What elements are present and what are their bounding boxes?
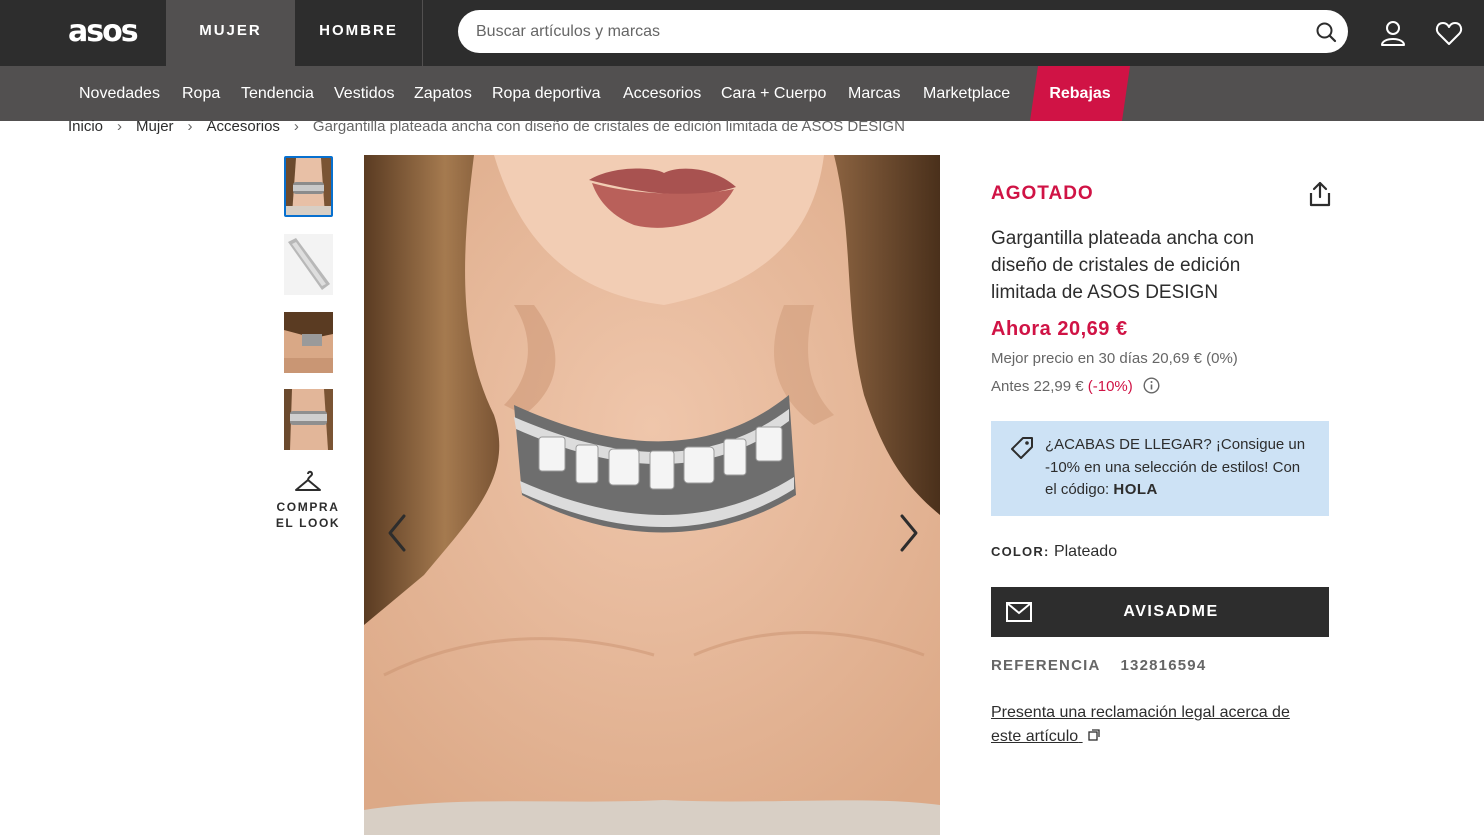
nav-item-rebajas[interactable]: Rebajas xyxy=(1030,66,1130,121)
notify-me-label: AVISADME xyxy=(1123,603,1219,620)
legal-claim-link[interactable]: Presenta una reclamación legal acerca de… xyxy=(991,701,1321,749)
thumbnail-2[interactable] xyxy=(284,234,333,295)
nav-item-cara-cuerpo[interactable]: Cara + Cuerpo xyxy=(721,66,826,121)
nav-item-ropa[interactable]: Ropa xyxy=(182,66,220,121)
breadcrumb-accesorios[interactable]: Accesorios xyxy=(207,118,280,135)
tab-hombre[interactable]: HOMBRE xyxy=(295,0,423,66)
shop-the-look-button[interactable]: COMPRA EL LOOK xyxy=(272,470,344,531)
top-header: asos MUJER HOMBRE xyxy=(0,0,1484,66)
reference-label: REFERENCIA xyxy=(991,657,1101,674)
share-icon[interactable] xyxy=(1306,180,1334,208)
nav-item-novedades[interactable]: Novedades xyxy=(79,66,160,121)
price-tag-icon xyxy=(1011,437,1033,459)
best-price-30-days: Mejor precio en 30 días 20,69 € (0%) xyxy=(991,350,1238,367)
breadcrumb-separator: › xyxy=(293,118,299,135)
discount-percent: (-10%) xyxy=(1087,378,1133,395)
previous-price-value: Antes 22,99 € xyxy=(991,378,1084,395)
info-icon[interactable] xyxy=(1143,377,1160,394)
breadcrumb-separator: › xyxy=(117,118,123,135)
wishlist-heart-icon[interactable] xyxy=(1434,18,1464,48)
notify-me-button[interactable]: AVISADME xyxy=(991,587,1329,637)
color-label: COLOR: xyxy=(991,544,1050,559)
legal-claim-text: Presenta una reclamación legal acerca de… xyxy=(991,704,1290,745)
hanger-icon xyxy=(295,470,321,491)
promo-code: HOLA xyxy=(1113,481,1158,498)
asos-logo[interactable]: asos xyxy=(68,14,139,50)
nav-item-zapatos[interactable]: Zapatos xyxy=(414,66,472,121)
product-reference: REFERENCIA 132816594 xyxy=(991,657,1206,674)
product-main-image[interactable] xyxy=(364,155,940,835)
sale-tab-label: Rebajas xyxy=(1049,85,1111,102)
promo-text: ¿ACABAS DE LLEGAR? ¡Consigue un -10% en … xyxy=(1045,434,1315,502)
search-input[interactable] xyxy=(476,10,1296,53)
nav-item-marcas[interactable]: Marcas xyxy=(848,66,900,121)
external-link-icon xyxy=(1087,725,1100,741)
next-image-arrow-icon[interactable] xyxy=(894,512,924,554)
breadcrumb-current: Gargantilla plateada ancha con diseño de… xyxy=(312,118,905,135)
promo-banner: ¿ACABAS DE LLEGAR? ¡Consigue un -10% en … xyxy=(991,421,1329,516)
account-icon[interactable] xyxy=(1378,18,1408,48)
promo-message: ¿ACABAS DE LLEGAR? ¡Consigue un -10% en … xyxy=(1045,436,1306,498)
thumbnail-3[interactable] xyxy=(284,312,333,373)
category-nav: Novedades Ropa Tendencia Vestidos Zapato… xyxy=(0,66,1484,121)
breadcrumb-inicio[interactable]: Inicio xyxy=(68,118,103,135)
previous-price: Antes 22,99 € (-10%) xyxy=(991,377,1160,395)
nav-item-accesorios[interactable]: Accesorios xyxy=(623,66,701,121)
stock-status: AGOTADO xyxy=(991,183,1094,204)
nav-item-tendencia[interactable]: Tendencia xyxy=(241,66,314,121)
current-price: Ahora 20,69 € xyxy=(991,318,1128,340)
breadcrumb: Inicio › Mujer › Accesorios › Gargantilla plat… xyxy=(68,118,905,138)
nav-item-ropa-deportiva[interactable]: Ropa deportiva xyxy=(492,66,601,121)
tab-mujer[interactable]: MUJER xyxy=(166,0,295,66)
search-bar xyxy=(458,10,1348,53)
previous-image-arrow-icon[interactable] xyxy=(382,512,412,554)
search-icon[interactable] xyxy=(1314,20,1338,44)
color-value: Plateado xyxy=(1053,543,1118,560)
reference-number: 132816594 xyxy=(1120,657,1207,674)
shop-look-line1: COMPRA xyxy=(276,500,340,514)
breadcrumb-separator: › xyxy=(187,118,193,135)
thumbnail-1[interactable] xyxy=(284,156,333,217)
color-selector: COLOR: Plateado xyxy=(991,543,1117,561)
product-title: Gargantilla plateada ancha con diseño de… xyxy=(991,228,1255,303)
breadcrumb-mujer[interactable]: Mujer xyxy=(136,118,174,135)
nav-item-marketplace[interactable]: Marketplace xyxy=(923,66,1010,121)
shop-look-line2: EL LOOK xyxy=(275,516,341,530)
nav-item-vestidos[interactable]: Vestidos xyxy=(334,66,394,121)
thumbnail-4[interactable] xyxy=(284,389,333,450)
